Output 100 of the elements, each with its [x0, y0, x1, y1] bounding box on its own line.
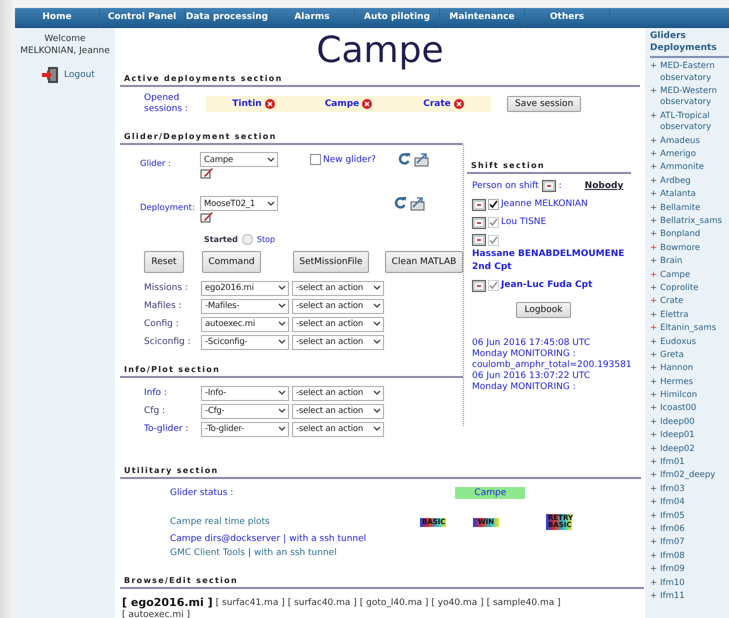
action-select[interactable]: -select an action: [292, 422, 384, 436]
deployment-link[interactable]: Icoast00: [660, 403, 696, 415]
calendar-icon[interactable]: [542, 180, 556, 192]
deployment-link[interactable]: Coprolite: [660, 282, 698, 294]
deployment-link[interactable]: Ifm06: [660, 524, 685, 536]
file-link[interactable]: [ surfac40.ma ]: [288, 597, 357, 609]
glider-select[interactable]: Campe: [200, 152, 278, 167]
action-button[interactable]: Reset: [144, 251, 184, 273]
action-select[interactable]: -select an action: [292, 404, 384, 418]
refresh-icon[interactable]: [394, 196, 407, 209]
file-link[interactable]: [ surfac41.ma ]: [216, 597, 285, 609]
deployment-link[interactable]: Bellamite: [660, 202, 700, 214]
deployment-link[interactable]: Brain: [660, 256, 682, 268]
deployment-link[interactable]: Crate: [660, 296, 684, 308]
deployment-link[interactable]: Ifm01: [660, 457, 685, 469]
nav-tab[interactable]: Control Panel: [100, 8, 185, 27]
deployment-link[interactable]: Ifm07: [660, 537, 685, 549]
deployment-link[interactable]: Ardbeg: [660, 176, 691, 188]
deployment-link[interactable]: Ifm08: [660, 550, 685, 562]
deployment-link[interactable]: Ideep00: [660, 416, 695, 428]
deployment-link[interactable]: Ideep01: [660, 430, 695, 442]
deployment-link[interactable]: Greta: [660, 350, 684, 362]
nav-tab[interactable]: Alarms: [270, 8, 355, 27]
deployment-select[interactable]: MooseT02_1: [200, 196, 278, 211]
shift-checkbox[interactable]: [488, 199, 499, 210]
logout-icon[interactable]: [41, 66, 59, 84]
nav-tab[interactable]: Auto piloting: [355, 8, 440, 27]
tool-link[interactable]: GMC Client Tools: [170, 546, 245, 560]
info-select[interactable]: -Cfg-: [201, 404, 289, 418]
real-time-plots-link[interactable]: Campe real time plots: [170, 517, 420, 527]
export-icon[interactable]: [414, 152, 429, 167]
calendar-icon[interactable]: [472, 280, 486, 292]
file-link[interactable]: [ sample40.ma ]: [486, 597, 561, 609]
calendar-icon[interactable]: [472, 234, 486, 246]
deployment-link[interactable]: Elettra: [660, 310, 688, 322]
nav-tab[interactable]: Others: [525, 8, 610, 27]
close-icon[interactable]: [264, 99, 275, 109]
edit-icon[interactable]: [200, 167, 214, 179]
deployment-link[interactable]: Ifm02_deepy: [660, 470, 716, 482]
deployment-link[interactable]: ATL-Tropical observatory: [660, 110, 729, 134]
close-icon[interactable]: [362, 99, 372, 109]
edit-icon[interactable]: [200, 211, 214, 223]
file-select[interactable]: autoexec.mi: [201, 316, 289, 332]
tool-link[interactable]: Campe dirs@dockserver: [170, 532, 280, 546]
action-select[interactable]: -select an action: [292, 386, 384, 400]
action-select[interactable]: -select an action: [292, 298, 384, 314]
save-session-button[interactable]: Save session: [507, 96, 582, 112]
nav-tab[interactable]: Home: [15, 8, 100, 27]
action-select[interactable]: -select an action: [292, 316, 384, 332]
deployment-link[interactable]: Atalanta: [660, 189, 696, 201]
export-icon[interactable]: [410, 196, 425, 211]
deployment-link[interactable]: Amadeus: [660, 136, 700, 148]
file-select[interactable]: -Mafiles-: [201, 298, 289, 314]
ssh-tunnel-link[interactable]: with an ssh tunnel: [254, 546, 337, 560]
session-link[interactable]: Tintin: [232, 99, 262, 109]
deployment-link[interactable]: Eltanin_sams: [660, 323, 716, 335]
close-icon[interactable]: [454, 99, 464, 109]
action-select[interactable]: -select an action: [292, 280, 384, 296]
deployment-link[interactable]: Ifm04: [660, 497, 685, 509]
session-link[interactable]: Crate: [423, 99, 451, 109]
info-select[interactable]: -Info-: [201, 386, 289, 400]
new-glider-checkbox[interactable]: [310, 154, 321, 165]
refresh-icon[interactable]: [398, 152, 411, 165]
deployment-link[interactable]: Ifm09: [660, 564, 685, 576]
info-select[interactable]: -To-glider-: [201, 422, 289, 436]
action-select[interactable]: -select an action: [292, 334, 384, 350]
deployment-link[interactable]: Ammonite: [660, 162, 704, 174]
calendar-icon[interactable]: [472, 198, 486, 210]
file-select[interactable]: ego2016.mi: [201, 280, 289, 296]
deployment-link[interactable]: MED-Western observatory: [660, 86, 729, 109]
file-link[interactable]: [ ego2016.mi ]: [122, 597, 213, 609]
deployment-link[interactable]: Bowmore: [660, 242, 700, 254]
logbook-button[interactable]: Logbook: [516, 302, 570, 318]
logout-link[interactable]: Logout: [64, 70, 95, 80]
file-link[interactable]: [ autoexec.mi ]: [122, 609, 190, 618]
file-select[interactable]: -Sciconfig-: [201, 334, 289, 350]
deployment-link[interactable]: Campe: [660, 270, 690, 282]
deployment-link[interactable]: Bellatrix_sams: [660, 216, 722, 228]
deployment-link[interactable]: Ifm05: [660, 510, 685, 522]
deployment-link[interactable]: Hannon: [660, 363, 694, 375]
deployment-link[interactable]: Ifm11: [660, 590, 685, 602]
deployment-link[interactable]: Himilcon: [660, 390, 698, 402]
session-link[interactable]: Campe: [324, 99, 360, 109]
action-button[interactable]: Command: [202, 251, 261, 273]
deployment-link[interactable]: Ifm03: [660, 484, 685, 496]
action-button[interactable]: Clean MATLAB: [385, 251, 463, 273]
stop-radio[interactable]: [242, 234, 253, 244]
calendar-icon[interactable]: [472, 216, 486, 228]
deployment-link[interactable]: Eudoxus: [660, 336, 696, 348]
deployment-link[interactable]: MED-Eastern observatory: [660, 61, 729, 84]
nav-tab[interactable]: Maintenance: [440, 8, 525, 27]
deployment-link[interactable]: Ideep02: [660, 444, 695, 456]
ssh-tunnel-link[interactable]: with a ssh tunnel: [289, 532, 366, 546]
deployment-link[interactable]: Amerigo: [660, 149, 696, 161]
file-link[interactable]: [ yo40.ma ]: [431, 597, 484, 609]
deployment-link[interactable]: Ifm10: [660, 578, 685, 590]
action-button[interactable]: SetMissionFile: [293, 251, 369, 273]
nav-tab[interactable]: Data processing: [185, 8, 270, 27]
deployment-link[interactable]: Hermes: [660, 376, 694, 388]
deployment-link[interactable]: Bonpland: [660, 229, 700, 241]
